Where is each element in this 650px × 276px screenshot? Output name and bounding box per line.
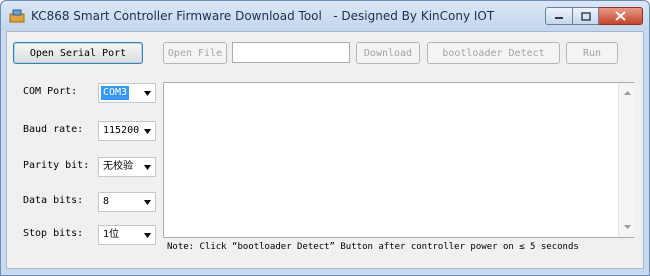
main-panel: Open Serial Port Open File Download boot… [6,31,644,269]
bootloader-detect-button[interactable]: bootloader Detect [427,42,560,64]
maximize-icon [580,11,591,21]
chevron-down-icon [144,200,151,205]
download-button[interactable]: Download [356,42,420,64]
scroll-down-icon[interactable] [624,225,631,229]
minimize-button[interactable] [545,7,573,25]
data-bits-select[interactable]: 8 [98,192,156,212]
file-path-input[interactable] [232,42,350,63]
parity-bit-label: Parity bit: [23,160,90,171]
open-serial-port-button[interactable]: Open Serial Port [13,42,143,64]
close-icon [615,11,626,21]
chevron-down-icon [144,233,151,238]
chevron-down-icon [144,165,151,170]
stop-bits-label: Stop bits: [23,228,84,239]
log-scrollbar[interactable] [618,83,635,237]
stop-bits-value: 1位 [103,229,120,240]
minimize-icon [555,17,563,19]
log-output-textarea[interactable] [163,82,635,238]
com-port-value: COM3 [101,86,130,100]
window-controls [545,7,643,25]
app-icon [9,9,25,23]
parity-bit-value: 无校验 [103,161,133,172]
title-bar[interactable]: KC868 Smart Controller Firmware Download… [1,1,649,31]
parity-bit-select[interactable]: 无校验 [98,157,156,177]
data-bits-label: Data bits: [23,195,84,206]
chevron-down-icon [144,129,151,134]
com-port-select[interactable]: COM3 [98,83,156,103]
close-button[interactable] [599,7,643,25]
baud-rate-value: 115200 [103,125,140,136]
stop-bits-select[interactable]: 1位 [98,225,156,245]
window-title: KC868 Smart Controller Firmware Download… [31,9,495,23]
open-file-button[interactable]: Open File [163,42,227,64]
maximize-button[interactable] [573,7,599,25]
chevron-down-icon [144,91,151,96]
baud-rate-select[interactable]: 115200 [98,121,156,141]
data-bits-value: 8 [103,196,110,207]
run-button[interactable]: Run [566,42,618,64]
app-window: KC868 Smart Controller Firmware Download… [0,0,650,276]
baud-rate-label: Baud rate: [23,124,84,135]
scroll-up-icon[interactable] [624,91,631,95]
com-port-label: COM Port: [23,86,78,97]
bootloader-note: Note: Click “bootloader Detect” Button a… [167,242,579,252]
